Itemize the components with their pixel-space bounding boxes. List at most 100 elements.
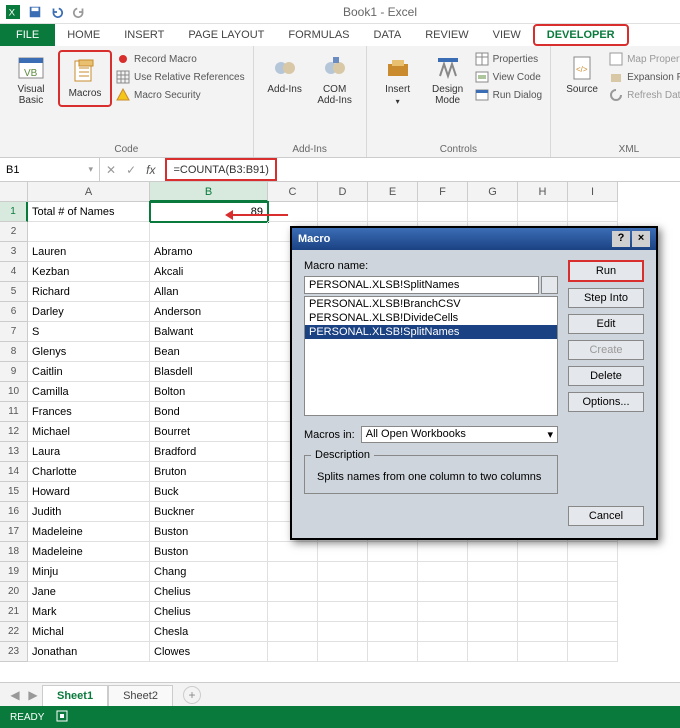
sheet-tab-1[interactable]: Sheet1 xyxy=(42,685,108,707)
cell[interactable] xyxy=(318,642,368,662)
tab-developer[interactable]: DEVELOPER xyxy=(533,24,629,46)
cell[interactable] xyxy=(468,542,518,562)
cell[interactable] xyxy=(368,582,418,602)
cell[interactable] xyxy=(318,602,368,622)
col-header-h[interactable]: H xyxy=(518,182,568,202)
cell[interactable] xyxy=(268,202,318,222)
col-header-c[interactable]: C xyxy=(268,182,318,202)
cell[interactable] xyxy=(518,202,568,222)
tab-home[interactable]: HOME xyxy=(55,24,112,46)
row-header[interactable]: 21 xyxy=(0,602,28,622)
row-header[interactable]: 9 xyxy=(0,362,28,382)
cell[interactable]: 89 xyxy=(150,202,268,222)
macro-select-icon[interactable] xyxy=(541,276,558,294)
sheet-nav-prev-icon[interactable]: ◀ xyxy=(6,688,24,702)
cell[interactable] xyxy=(28,222,150,242)
cell[interactable] xyxy=(418,202,468,222)
cell[interactable] xyxy=(518,602,568,622)
macros-button[interactable]: Macros xyxy=(62,54,108,103)
row-header[interactable]: 1 xyxy=(0,202,28,222)
cell[interactable] xyxy=(368,622,418,642)
cell[interactable] xyxy=(518,582,568,602)
cell[interactable]: Minju xyxy=(28,562,150,582)
cell[interactable] xyxy=(568,202,618,222)
cell[interactable]: Bruton xyxy=(150,462,268,482)
delete-button[interactable]: Delete xyxy=(568,366,644,386)
cell[interactable]: Balwant xyxy=(150,322,268,342)
cell[interactable] xyxy=(568,562,618,582)
cancel-button[interactable]: Cancel xyxy=(568,506,644,526)
cell[interactable] xyxy=(468,602,518,622)
cell[interactable]: Chelius xyxy=(150,602,268,622)
cell[interactable] xyxy=(318,202,368,222)
cell[interactable] xyxy=(568,622,618,642)
dialog-titlebar[interactable]: Macro ? × xyxy=(292,228,656,250)
help-icon[interactable]: ? xyxy=(612,231,630,247)
col-header-i[interactable]: I xyxy=(568,182,618,202)
sheet-tab-2[interactable]: Sheet2 xyxy=(108,685,173,707)
macro-record-icon[interactable] xyxy=(56,710,68,725)
cell[interactable]: Allan xyxy=(150,282,268,302)
row-header[interactable]: 10 xyxy=(0,382,28,402)
accept-formula-icon[interactable]: ✓ xyxy=(126,163,136,177)
cell[interactable]: Buckner xyxy=(150,502,268,522)
col-header-g[interactable]: G xyxy=(468,182,518,202)
source-button[interactable]: </> Source xyxy=(559,50,605,99)
save-icon[interactable] xyxy=(28,5,42,19)
cell[interactable]: Anderson xyxy=(150,302,268,322)
row-header[interactable]: 20 xyxy=(0,582,28,602)
cell[interactable]: Bean xyxy=(150,342,268,362)
cell[interactable] xyxy=(368,202,418,222)
row-header[interactable]: 8 xyxy=(0,342,28,362)
cell[interactable]: S xyxy=(28,322,150,342)
cell[interactable]: Blasdell xyxy=(150,362,268,382)
cell[interactable] xyxy=(468,202,518,222)
tab-view[interactable]: VIEW xyxy=(481,24,533,46)
cell[interactable]: Akcali xyxy=(150,262,268,282)
cell[interactable] xyxy=(468,582,518,602)
row-header[interactable]: 12 xyxy=(0,422,28,442)
cell[interactable] xyxy=(418,562,468,582)
cell[interactable]: Laura xyxy=(28,442,150,462)
cell[interactable]: Bolton xyxy=(150,382,268,402)
expansion-packs-button[interactable]: Expansion Pack xyxy=(609,70,680,84)
cell[interactable] xyxy=(268,602,318,622)
cell[interactable]: Michael xyxy=(28,422,150,442)
list-item[interactable]: PERSONAL.XLSB!DivideCells xyxy=(305,311,557,325)
row-header[interactable]: 14 xyxy=(0,462,28,482)
cell[interactable]: Howard xyxy=(28,482,150,502)
edit-button[interactable]: Edit xyxy=(568,314,644,334)
tab-review[interactable]: REVIEW xyxy=(413,24,480,46)
cell[interactable]: Clowes xyxy=(150,642,268,662)
cell[interactable]: Charlotte xyxy=(28,462,150,482)
cell[interactable] xyxy=(150,222,268,242)
cell[interactable]: Abramo xyxy=(150,242,268,262)
cell[interactable] xyxy=(268,582,318,602)
cell[interactable]: Total # of Names xyxy=(28,202,150,222)
cell[interactable] xyxy=(268,542,318,562)
fx-icon[interactable]: fx xyxy=(146,163,155,177)
list-item[interactable]: PERSONAL.XLSB!SplitNames xyxy=(305,325,557,339)
com-addins-button[interactable]: COM Add-Ins xyxy=(312,50,358,110)
design-mode-button[interactable]: Design Mode xyxy=(425,50,471,110)
macro-security-button[interactable]: Macro Security xyxy=(116,88,245,102)
cell[interactable] xyxy=(368,542,418,562)
row-header[interactable]: 22 xyxy=(0,622,28,642)
cell[interactable]: Madeleine xyxy=(28,522,150,542)
map-properties-button[interactable]: Map Properties xyxy=(609,52,680,66)
cell[interactable] xyxy=(568,642,618,662)
cell[interactable] xyxy=(268,562,318,582)
cell[interactable]: Chesla xyxy=(150,622,268,642)
cell[interactable] xyxy=(518,622,568,642)
tab-data[interactable]: DATA xyxy=(362,24,414,46)
cell[interactable] xyxy=(318,562,368,582)
undo-icon[interactable] xyxy=(50,5,64,19)
cell[interactable] xyxy=(468,622,518,642)
row-header[interactable]: 2 xyxy=(0,222,28,242)
list-item[interactable]: PERSONAL.XLSB!BranchCSV xyxy=(305,297,557,311)
cell[interactable] xyxy=(368,562,418,582)
cell[interactable] xyxy=(468,642,518,662)
row-header[interactable]: 6 xyxy=(0,302,28,322)
formula-input[interactable]: =COUNTA(B3:B91) xyxy=(165,158,276,181)
options-button[interactable]: Options... xyxy=(568,392,644,412)
